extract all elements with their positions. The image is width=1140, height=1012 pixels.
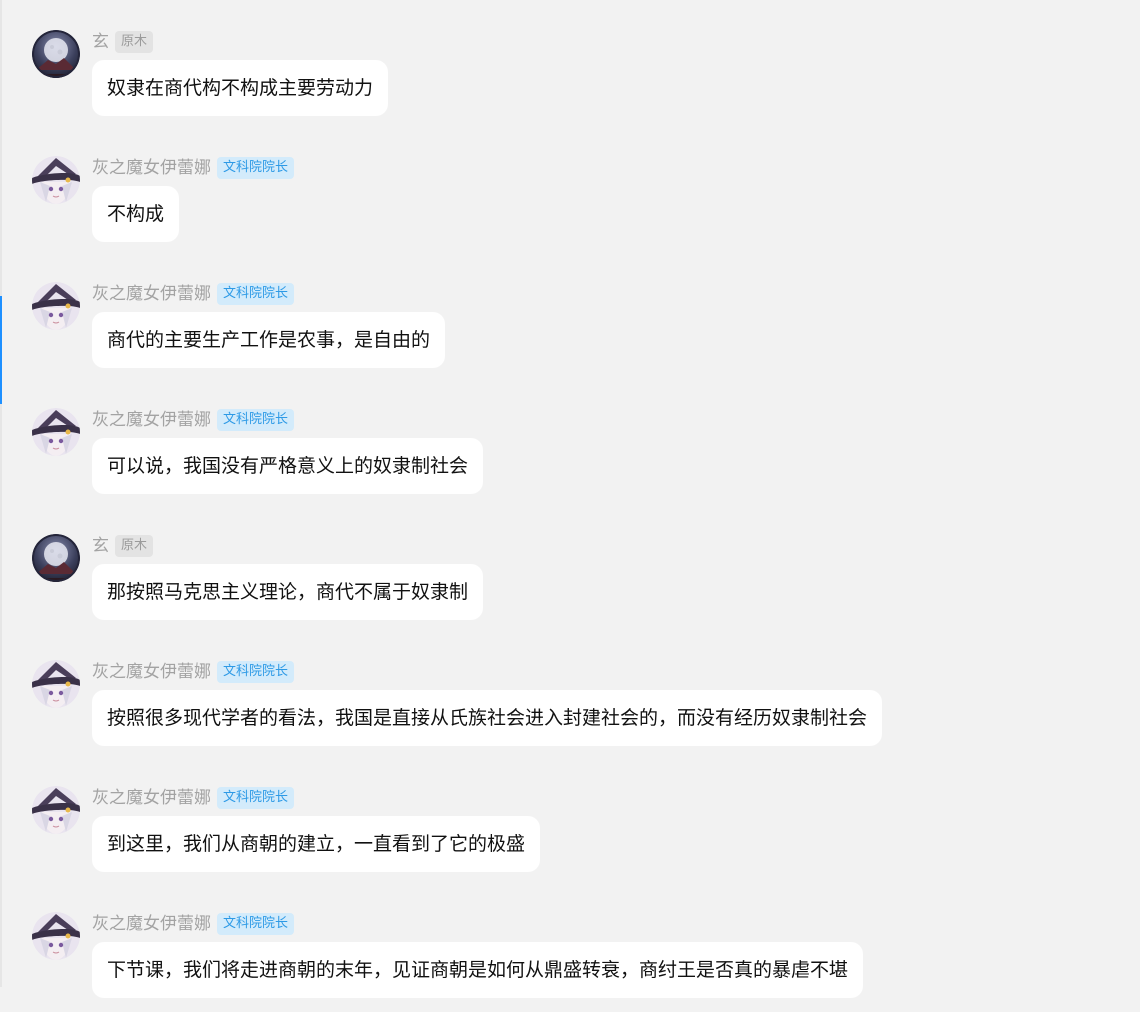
message-bubble[interactable]: 那按照马克思主义理论，商代不属于奴隶制 (92, 564, 484, 620)
sender-title-badge: 文科院院长 (217, 283, 295, 305)
sender-name[interactable]: 玄 (92, 30, 109, 54)
message-item: 玄 原木 那按照马克思主义理论，商代不属于奴隶制 (0, 534, 1140, 634)
xuan-avatar-icon[interactable] (32, 534, 80, 582)
message-item: 灰之魔女伊蕾娜 文科院院长 到这里，我们从商朝的建立，一直看到了它的极盛 (0, 786, 1140, 886)
sender-row: 灰之魔女伊蕾娜 文科院院长 (92, 282, 295, 306)
sender-row: 灰之魔女伊蕾娜 文科院院长 (92, 408, 295, 432)
sender-title-badge: 文科院院长 (217, 913, 295, 935)
message-bubble[interactable]: 下节课，我们将走进商朝的末年，见证商朝是如何从鼎盛转衰，商纣王是否真的暴虐不堪 (92, 942, 864, 998)
sender-row: 灰之魔女伊蕾娜 文科院院长 (92, 912, 295, 936)
elaina-avatar-icon[interactable] (32, 156, 80, 204)
sender-title-badge: 原木 (115, 535, 154, 557)
sender-title-badge: 文科院院长 (217, 787, 295, 809)
xuan-avatar-icon[interactable] (32, 30, 80, 78)
sender-row: 玄 原木 (92, 534, 154, 558)
message-item: 玄 原木 奴隶在商代构不构成主要劳动力 (0, 30, 1140, 130)
sender-name[interactable]: 灰之魔女伊蕾娜 (92, 156, 211, 180)
sender-name[interactable]: 灰之魔女伊蕾娜 (92, 282, 211, 306)
sender-name[interactable]: 灰之魔女伊蕾娜 (92, 408, 211, 432)
sender-title-badge: 文科院院长 (217, 409, 295, 431)
message-bubble[interactable]: 商代的主要生产工作是农事，是自由的 (92, 312, 446, 368)
sender-name[interactable]: 灰之魔女伊蕾娜 (92, 912, 211, 936)
elaina-avatar-icon[interactable] (32, 912, 80, 960)
message-item: 灰之魔女伊蕾娜 文科院院长 可以说，我国没有严格意义上的奴隶制社会 (0, 408, 1140, 508)
message-bubble[interactable]: 可以说，我国没有严格意义上的奴隶制社会 (92, 438, 484, 494)
sender-title-badge: 文科院院长 (217, 157, 295, 179)
sender-row: 玄 原木 (92, 30, 154, 54)
message-bubble[interactable]: 到这里，我们从商朝的建立，一直看到了它的极盛 (92, 816, 541, 872)
sender-name[interactable]: 灰之魔女伊蕾娜 (92, 660, 211, 684)
message-bubble[interactable]: 按照很多现代学者的看法，我国是直接从氏族社会进入封建社会的，而没有经历奴隶制社会 (92, 690, 883, 746)
message-bubble[interactable]: 奴隶在商代构不构成主要劳动力 (92, 60, 389, 116)
message-item: 灰之魔女伊蕾娜 文科院院长 按照很多现代学者的看法，我国是直接从氏族社会进入封建… (0, 660, 1140, 760)
sender-title-badge: 原木 (115, 31, 154, 53)
elaina-avatar-icon[interactable] (32, 786, 80, 834)
sender-row: 灰之魔女伊蕾娜 文科院院长 (92, 156, 295, 180)
sender-name[interactable]: 玄 (92, 534, 109, 558)
elaina-avatar-icon[interactable] (32, 282, 80, 330)
message-item: 灰之魔女伊蕾娜 文科院院长 商代的主要生产工作是农事，是自由的 (0, 282, 1140, 382)
message-item: 灰之魔女伊蕾娜 文科院院长 不构成 (0, 156, 1140, 256)
message-item: 灰之魔女伊蕾娜 文科院院长 下节课，我们将走进商朝的末年，见证商朝是如何从鼎盛转… (0, 912, 1140, 1012)
sender-row: 灰之魔女伊蕾娜 文科院院长 (92, 786, 295, 810)
sender-title-badge: 文科院院长 (217, 661, 295, 683)
message-bubble[interactable]: 不构成 (92, 186, 180, 242)
elaina-avatar-icon[interactable] (32, 660, 80, 708)
elaina-avatar-icon[interactable] (32, 408, 80, 456)
sender-name[interactable]: 灰之魔女伊蕾娜 (92, 786, 211, 810)
sender-row: 灰之魔女伊蕾娜 文科院院长 (92, 660, 295, 684)
